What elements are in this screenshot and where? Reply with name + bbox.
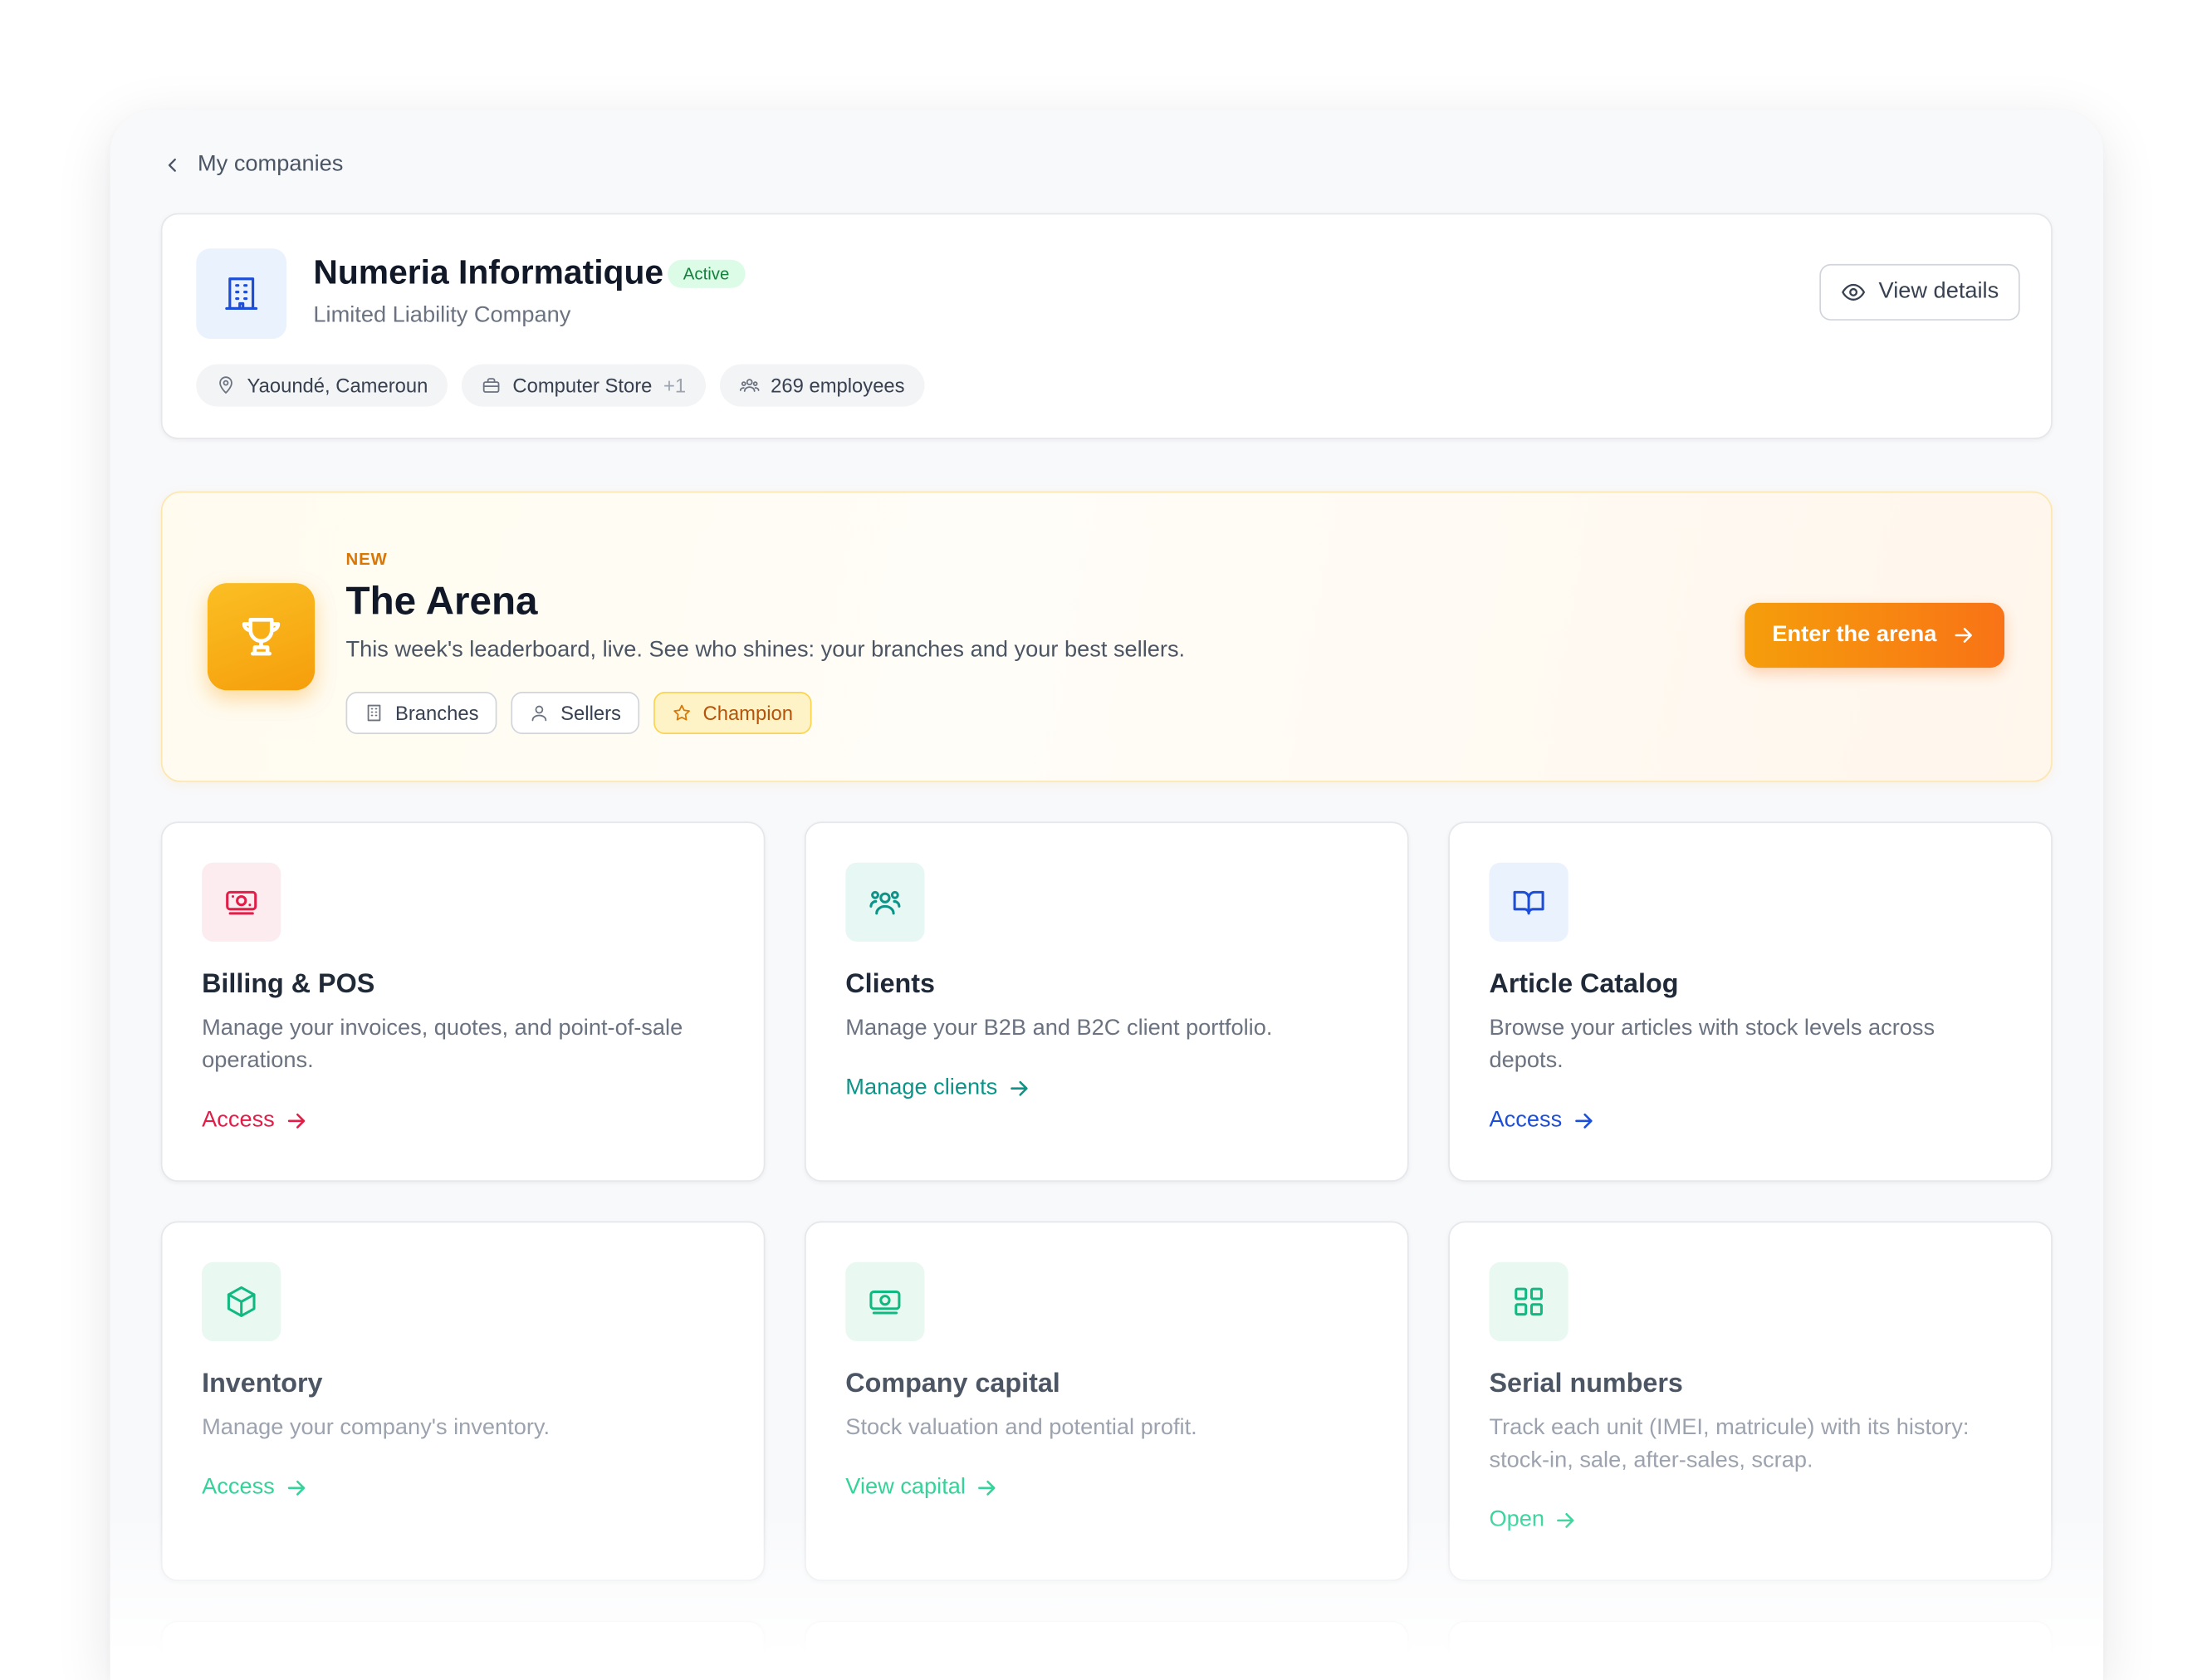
module-card-billing[interactable]: Billing & POS Manage your invoices, quot… — [160, 821, 766, 1182]
module-icon-box — [845, 862, 925, 942]
module-card-capital[interactable]: Company capital Stock valuation and pote… — [805, 1221, 1409, 1581]
users-icon — [739, 379, 760, 392]
user-icon — [531, 705, 547, 722]
module-description: Manage your invoices, quotes, and point-… — [202, 1016, 683, 1073]
module-description: Track each unit (IMEI, matricule) with i… — [1489, 1416, 1970, 1473]
company-chips: Yaoundé, Cameroun Computer Store +1 269 … — [196, 364, 925, 407]
module-card-catalog[interactable]: Article Catalog Browse your articles wit… — [1448, 821, 2053, 1182]
module-link-view-capital[interactable]: View capital — [845, 1476, 999, 1501]
employees-text: 269 employees — [771, 374, 905, 397]
module-card-partial — [1448, 1620, 2053, 1680]
arena-tags: Branches Sellers Champion — [345, 692, 812, 734]
module-title: Inventory — [202, 1369, 323, 1399]
module-icon-box — [1489, 862, 1568, 942]
arrow-right-icon — [1557, 1512, 1574, 1528]
arrow-right-icon — [287, 1480, 305, 1496]
status-badge: Active — [668, 259, 746, 288]
tag-label: Champion — [702, 701, 794, 725]
back-label: My companies — [198, 152, 344, 177]
module-icon-box — [845, 1261, 925, 1341]
module-link-label: Access — [202, 1475, 275, 1500]
users-icon — [869, 890, 901, 915]
module-link-label: Open — [1489, 1507, 1545, 1532]
module-description: Manage your B2B and B2C client portfolio… — [845, 1016, 1273, 1041]
view-details-button[interactable]: View details — [1819, 263, 2020, 321]
star-icon — [673, 704, 690, 721]
book-icon — [1513, 890, 1544, 915]
arena-banner: NEW The Arena This week's leaderboard, l… — [160, 491, 2053, 782]
module-title: Billing & POS — [202, 969, 375, 1000]
arrow-right-icon — [978, 1480, 996, 1496]
enter-arena-label: Enter the arena — [1772, 622, 1937, 647]
module-card-serial-numbers[interactable]: Serial numbers Track each unit (IMEI, ma… — [1448, 1221, 2053, 1581]
module-title: Company capital — [845, 1369, 1060, 1399]
company-logo — [196, 248, 287, 339]
module-icon-box — [1489, 1261, 1568, 1341]
company-name: Numeria Informatique — [313, 254, 664, 292]
module-link-access[interactable]: Access — [1490, 1109, 1596, 1134]
module-icon-box — [202, 1261, 281, 1341]
arrow-right-icon — [1955, 628, 1972, 643]
grid-icon — [1515, 1287, 1543, 1316]
view-details-label: View details — [1878, 279, 1999, 304]
module-link-label: View capital — [845, 1475, 966, 1500]
box-icon — [227, 1286, 256, 1317]
building-icon — [225, 277, 258, 311]
module-card-partial — [160, 1620, 766, 1680]
tag-champion: Champion — [653, 692, 812, 734]
module-description: Browse your articles with stock levels a… — [1489, 1016, 1936, 1073]
new-label: NEW — [345, 549, 388, 570]
module-link-label: Access — [202, 1108, 275, 1133]
module-title: Serial numbers — [1489, 1369, 1683, 1399]
module-description: Stock valuation and potential profit. — [845, 1416, 1197, 1440]
company-card: Numeria Informatique Active Limited Liab… — [160, 213, 2053, 439]
building-icon — [367, 704, 381, 722]
module-link-access[interactable]: Access — [202, 1109, 308, 1134]
arrow-right-icon — [1574, 1113, 1592, 1129]
store-icon — [483, 378, 500, 393]
store-text: Computer Store — [512, 374, 653, 397]
module-card-clients[interactable]: Clients Manage your B2B and B2C client p… — [805, 821, 1409, 1182]
app-frame: My companies Numeria Informatique Active… — [110, 110, 2103, 1680]
location-text: Yaoundé, Cameroun — [247, 374, 428, 397]
arena-subtitle: This week's leaderboard, live. See who s… — [345, 638, 1186, 663]
chevron-left-icon — [168, 158, 176, 172]
module-icon-box — [202, 862, 281, 942]
tag-sellers: Sellers — [511, 692, 640, 734]
money-icon — [869, 1290, 901, 1315]
store-chip: Computer Store +1 — [462, 364, 706, 407]
module-link-access[interactable]: Access — [202, 1476, 308, 1501]
tag-label: Sellers — [560, 701, 621, 725]
arrow-right-icon — [287, 1113, 305, 1129]
module-title: Clients — [845, 969, 936, 1000]
trophy-icon — [242, 618, 281, 656]
module-link-label: Manage clients — [845, 1075, 998, 1100]
tag-label: Branches — [395, 701, 479, 725]
money-icon — [226, 890, 257, 915]
enter-arena-button[interactable]: Enter the arena — [1744, 602, 2004, 669]
module-link-manage-clients[interactable]: Manage clients — [845, 1075, 1031, 1101]
company-type: Limited Liability Company — [313, 303, 571, 328]
module-title: Article Catalog — [1489, 969, 1679, 1000]
module-card-inventory[interactable]: Inventory Manage your company's inventor… — [160, 1221, 766, 1581]
location-chip: Yaoundé, Cameroun — [196, 364, 448, 407]
module-link-open[interactable]: Open — [1490, 1508, 1578, 1534]
back-link[interactable]: My companies — [161, 152, 344, 179]
module-link-label: Access — [1489, 1108, 1563, 1133]
arrow-right-icon — [1010, 1080, 1027, 1096]
store-extra: +1 — [663, 374, 687, 397]
eye-icon — [1842, 283, 1865, 301]
map-pin-icon — [219, 376, 232, 394]
tag-branches: Branches — [345, 692, 497, 734]
trophy-badge — [207, 583, 316, 691]
module-description: Manage your company's inventory. — [202, 1416, 551, 1440]
employees-chip: 269 employees — [719, 364, 925, 407]
arena-title: The Arena — [345, 579, 538, 623]
module-card-partial — [805, 1620, 1409, 1680]
